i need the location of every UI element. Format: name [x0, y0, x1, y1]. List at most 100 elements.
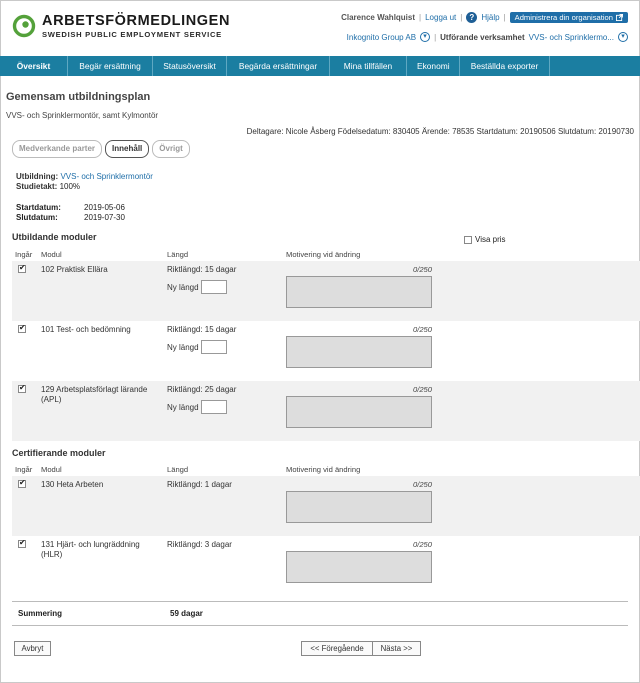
utbildning-link[interactable]: VVS- och Sprinklermontör	[60, 172, 152, 181]
ny-langd-label: Ny längd	[167, 402, 199, 412]
logout-link[interactable]: Logga ut	[425, 13, 456, 22]
date-details: Startdatum: 2019-05-06 Slutdatum: 2019-07-…	[16, 203, 125, 223]
education-details: Utbildning: VVS- och Sprinklermontör Stu…	[16, 172, 153, 192]
module-name: 129 Arbetsplatsförlagt lärande (APL)	[41, 385, 148, 404]
nav-item-begarda-ersattningar[interactable]: Begärda ersättningar	[227, 56, 330, 76]
module-checkbox[interactable]	[18, 323, 26, 333]
ny-langd: Ny längd	[167, 280, 227, 294]
table-row: 101 Test- och bedömning Riktlängd: 15 da…	[12, 321, 640, 381]
utbildande-table-header: Ingår Modul Längd Motivering vid ändring	[12, 249, 628, 261]
motivering-textarea[interactable]	[286, 276, 432, 308]
table-row: 129 Arbetsplatsförlagt lärande (APL) Rik…	[12, 381, 640, 441]
summary-label: Summering	[18, 609, 63, 618]
nav-item-statusoversikt[interactable]: Statusöversikt	[153, 56, 227, 76]
ny-langd-input[interactable]	[200, 400, 227, 414]
module-checkbox[interactable]	[18, 478, 26, 488]
module-name: 131 Hjärt- och lungräddning (HLR)	[41, 540, 140, 559]
summary-value: 59 dagar	[170, 609, 203, 618]
utbildning-row: Utbildning: VVS- och Sprinklermontör	[16, 172, 153, 182]
slutdatum-label: Slutdatum:	[16, 213, 58, 222]
admin-organisation-label: Administrera din organisation	[514, 12, 613, 22]
tab-medverkande-parter[interactable]: Medverkande parter	[12, 140, 103, 158]
slutdatum-row: Slutdatum: 2019-07-30	[16, 213, 125, 223]
summary-divider-top	[12, 601, 628, 602]
brand-logo[interactable]: ARBETSFÖRMEDLINGEN SWEDISH PUBLIC EMPLOY…	[12, 12, 229, 42]
chevron-down-icon[interactable]: ▾	[618, 32, 628, 42]
table-row: 130 Heta Arbeten Riktlängd: 1 dagar 0/25…	[12, 476, 640, 536]
col-motivering: Motivering vid ändring	[286, 465, 361, 474]
external-link-icon	[616, 13, 623, 21]
studietakt-label: Studietakt:	[16, 182, 58, 191]
col-ingar: Ingår	[15, 250, 33, 259]
separator: |	[419, 12, 422, 22]
separator: |	[434, 32, 437, 42]
motivering-textarea[interactable]	[286, 551, 432, 583]
riktlangd: Riktlängd: 15 dagar	[167, 325, 237, 334]
studietakt-value: 100%	[59, 182, 81, 191]
utbildning-label: Utbildning:	[16, 172, 59, 181]
col-langd: Längd	[167, 250, 189, 259]
utbildande-section-title: Utbildande moduler	[12, 232, 97, 242]
main-nav: Översikt Begär ersättning Statusöversikt…	[0, 56, 640, 76]
tab-bar: Medverkande parter Innehåll Övrigt	[12, 140, 190, 158]
verksamhet-label: Utförande verksamhet	[440, 32, 525, 42]
startdatum-row: Startdatum: 2019-05-06	[16, 203, 125, 213]
nav-item-bestallda-exporter[interactable]: Beställda exporter	[460, 56, 550, 76]
nav-item-begar-ersattning[interactable]: Begär ersättning	[68, 56, 153, 76]
col-ingar: Ingår	[15, 465, 33, 474]
table-row: 131 Hjärt- och lungräddning (HLR) Riktlä…	[12, 536, 640, 596]
next-button[interactable]: Nästa >>	[372, 641, 421, 656]
module-checkbox[interactable]	[18, 263, 26, 273]
previous-button[interactable]: << Föregående	[301, 641, 373, 656]
visa-pris-checkbox[interactable]	[464, 235, 472, 244]
help-link[interactable]: Hjälp	[481, 13, 499, 22]
organisation-bar: Inkognito Group AB ▾ | Utförande verksam…	[347, 32, 628, 42]
nav-item-oversikt[interactable]: Översikt	[0, 56, 68, 76]
tab-ovrigt[interactable]: Övrigt	[152, 140, 190, 158]
organisation-selector[interactable]: Inkognito Group AB	[347, 33, 416, 42]
startdatum-value: 2019-05-06	[84, 203, 125, 212]
char-counter: 0/250	[412, 265, 432, 274]
nav-item-ekonomi[interactable]: Ekonomi	[407, 56, 460, 76]
riktlangd: Riktlängd: 3 dagar	[167, 540, 232, 549]
motivering-textarea[interactable]	[286, 491, 432, 523]
user-name: Clarence Wahlquist	[341, 12, 416, 22]
char-counter: 0/250	[412, 540, 432, 549]
separator: |	[503, 12, 506, 22]
studietakt-row: Studietakt: 100%	[16, 182, 153, 192]
char-counter: 0/250	[412, 480, 432, 489]
utility-bar: Clarence Wahlquist | Logga ut | ? Hjälp …	[341, 10, 628, 24]
ny-langd-input[interactable]	[200, 280, 227, 294]
motivering-textarea[interactable]	[286, 336, 432, 368]
ny-langd: Ny längd	[167, 400, 227, 414]
certifierande-section-title: Certifierande moduler	[12, 448, 106, 458]
certifierande-table-header: Ingår Modul Längd Motivering vid ändring	[12, 464, 628, 476]
ny-langd-input[interactable]	[200, 340, 227, 354]
nav-item-mina-tillfallen[interactable]: Mina tillfällen	[330, 56, 407, 76]
module-checkbox[interactable]	[18, 538, 26, 548]
separator: |	[460, 12, 463, 22]
col-modul: Modul	[41, 250, 62, 259]
col-langd: Längd	[167, 465, 189, 474]
chevron-down-icon[interactable]: ▾	[420, 32, 431, 42]
slutdatum-value: 2019-07-30	[84, 213, 125, 222]
brand-name: ARBETSFÖRMEDLINGEN	[42, 13, 231, 29]
admin-organisation-button[interactable]: Administrera din organisation	[509, 11, 628, 23]
char-counter: 0/250	[412, 385, 432, 394]
riktlangd: Riktlängd: 25 dagar	[167, 385, 237, 394]
tab-innehall[interactable]: Innehåll	[105, 140, 150, 158]
participant-info: Deltagare: Nicole Åsberg Födelsedatum: 8…	[246, 127, 634, 136]
page-title: Gemensam utbildningsplan	[6, 91, 151, 103]
motivering-textarea[interactable]	[286, 396, 432, 428]
visa-pris-label: Visa pris	[475, 235, 506, 244]
help-icon[interactable]: ?	[466, 11, 478, 23]
visa-pris-toggle[interactable]: Visa pris	[464, 235, 506, 244]
verksamhet-selector[interactable]: VVS- och Sprinklermo...	[529, 33, 614, 42]
ny-langd-label: Ny längd	[167, 282, 199, 292]
module-checkbox[interactable]	[18, 383, 26, 393]
startdatum-label: Startdatum:	[16, 203, 61, 212]
logo-mark-icon	[12, 14, 36, 38]
cancel-button[interactable]: Avbryt	[14, 641, 51, 656]
riktlangd: Riktlängd: 1 dagar	[167, 480, 232, 489]
col-modul: Modul	[41, 465, 62, 474]
